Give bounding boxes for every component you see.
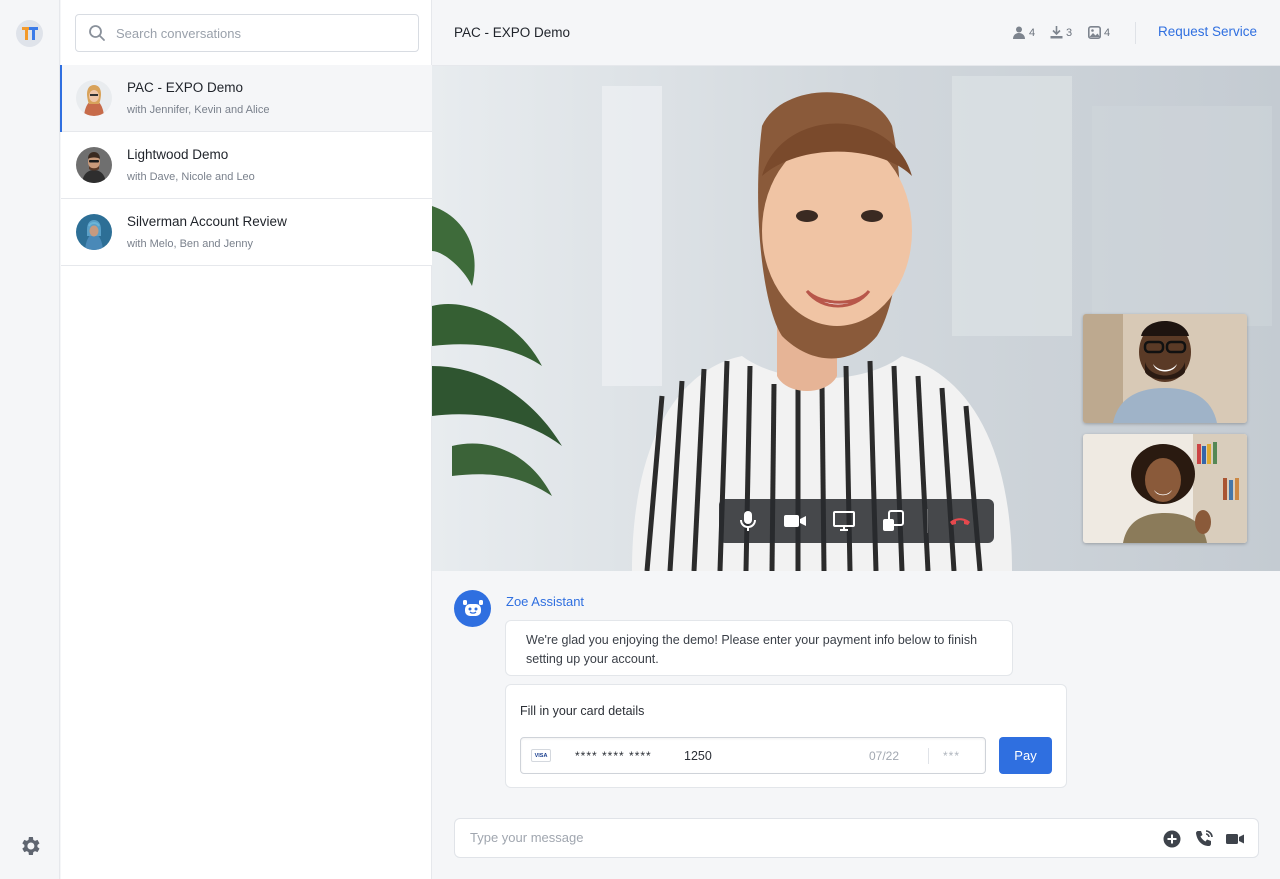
card-details-form: Fill in your card details VISA **** ****…: [505, 684, 1067, 788]
card-cvc-field[interactable]: ***: [943, 749, 960, 763]
call-controls-bar: [719, 499, 994, 543]
conversation-list: PAC - EXPO Demo with Jennifer, Kevin and…: [60, 65, 432, 266]
card-expiry-field[interactable]: 07/22: [869, 749, 899, 763]
video-call-icon[interactable]: [1225, 829, 1245, 849]
bot-icon: [462, 599, 483, 616]
screen-share-icon[interactable]: [832, 509, 856, 533]
conversation-item-lightwood[interactable]: Lightwood Demo with Dave, Nicole and Leo: [61, 132, 432, 199]
search-icon: [89, 25, 105, 41]
logo-icon: [21, 26, 38, 40]
participant-video-1[interactable]: [1083, 314, 1247, 423]
microphone-icon[interactable]: [736, 509, 760, 533]
conversation-item-pac-expo[interactable]: PAC - EXPO Demo with Jennifer, Kevin and…: [60, 65, 432, 132]
card-last-four: 1250: [684, 749, 712, 763]
card-number-mask: **** **** ****: [575, 749, 652, 763]
request-service-link[interactable]: Request Service: [1158, 24, 1257, 39]
conversation-title: Silverman Account Review: [127, 214, 287, 229]
card-form-label: Fill in your card details: [520, 704, 645, 718]
message-input[interactable]: [470, 830, 1120, 845]
end-call-icon[interactable]: [948, 509, 972, 533]
conversation-item-silverman[interactable]: Silverman Account Review with Melo, Ben …: [61, 199, 432, 266]
app-logo[interactable]: [16, 20, 43, 47]
avatar: [76, 214, 112, 250]
assistant-name: Zoe Assistant: [506, 594, 585, 609]
settings-gear-icon[interactable]: [18, 834, 42, 858]
participants-count[interactable]: 4: [1012, 26, 1035, 39]
assistant-avatar: [454, 590, 491, 627]
card-field-divider: [928, 748, 929, 764]
image-icon: [1088, 26, 1101, 39]
controls-divider: [927, 509, 928, 533]
avatar: [76, 80, 112, 116]
message-composer: [454, 818, 1259, 858]
camera-icon[interactable]: [783, 509, 807, 533]
phone-call-icon[interactable]: [1194, 829, 1214, 849]
participant-video-2[interactable]: [1083, 434, 1247, 543]
conversation-participants: with Melo, Ben and Jenny: [127, 238, 253, 250]
search-box[interactable]: [75, 14, 419, 52]
page-title: PAC - EXPO Demo: [454, 25, 571, 40]
media-count[interactable]: 4: [1088, 26, 1110, 39]
video-call-area: [432, 66, 1280, 571]
app-rail: [0, 0, 60, 879]
conversation-participants: with Dave, Nicole and Leo: [127, 171, 255, 183]
participants-count-value: 4: [1029, 26, 1036, 39]
switch-view-icon[interactable]: [881, 509, 905, 533]
conversation-participants: with Jennifer, Kevin and Alice: [127, 104, 270, 116]
header-divider: [1135, 22, 1136, 44]
search-input[interactable]: [116, 25, 396, 41]
conversation-sidebar: PAC - EXPO Demo with Jennifer, Kevin and…: [60, 0, 432, 879]
media-count-value: 4: [1104, 26, 1111, 39]
assistant-message: We're glad you enjoying the demo! Please…: [505, 620, 1013, 676]
person-icon: [1013, 26, 1025, 39]
conversation-title: Lightwood Demo: [127, 147, 229, 162]
downloads-count-value: 3: [1066, 26, 1073, 39]
conversation-header: PAC - EXPO Demo 4 3 4 Request Service: [432, 0, 1280, 66]
conversation-title: PAC - EXPO Demo: [127, 80, 244, 95]
visa-card-icon: VISA: [531, 749, 551, 762]
add-attachment-icon[interactable]: [1162, 829, 1182, 849]
card-number-field[interactable]: VISA **** **** **** 1250 07/22 ***: [520, 737, 986, 774]
pay-button[interactable]: Pay: [999, 737, 1052, 774]
avatar: [76, 147, 112, 183]
downloads-count[interactable]: 3: [1050, 26, 1072, 39]
download-icon: [1050, 26, 1063, 39]
